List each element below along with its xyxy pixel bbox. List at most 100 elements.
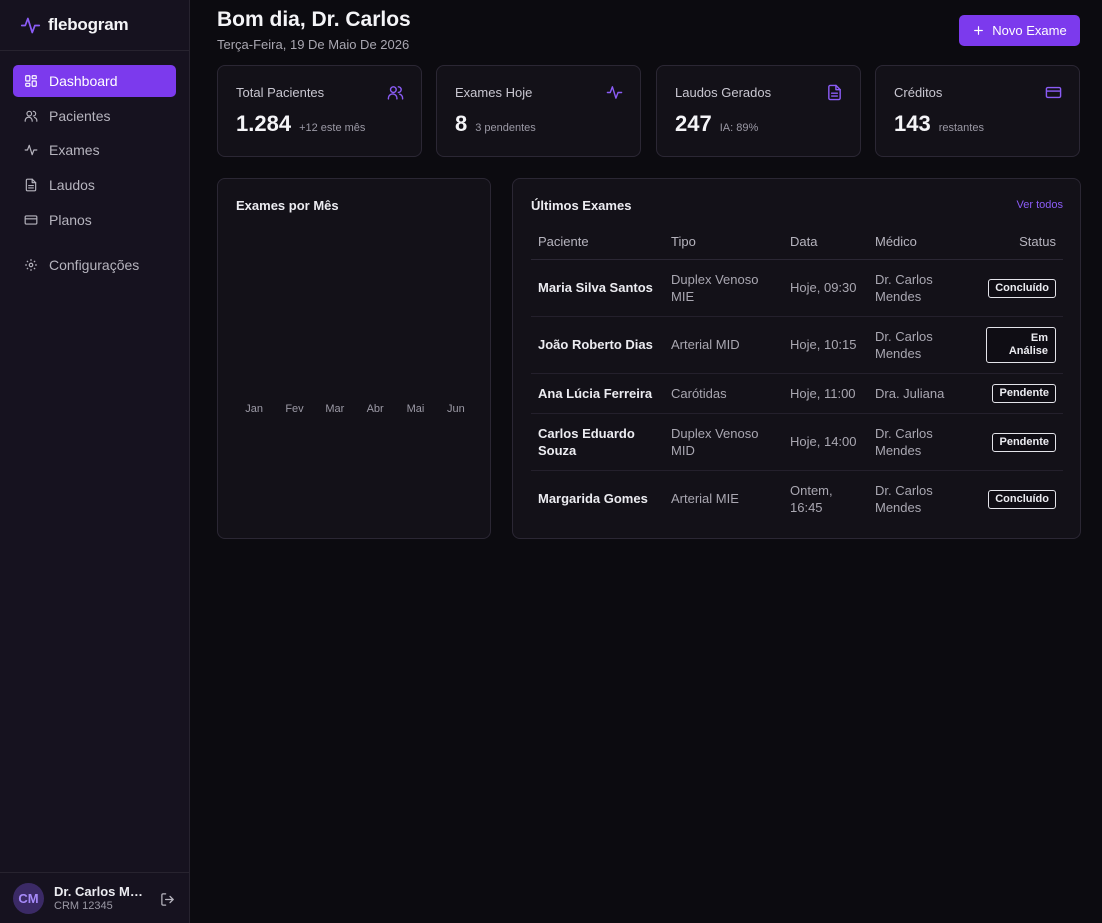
sidebar-item-label: Exames — [49, 142, 100, 159]
stat-title: Exames Hoje — [455, 85, 533, 100]
cell-doctor: Dr. Carlos Mendes — [868, 259, 975, 317]
sidebar-item-planos[interactable]: Planos — [13, 204, 176, 236]
stat-card-exames: Exames Hoje 8 3 pendentes — [436, 65, 641, 157]
status-badge: Concluído — [988, 489, 1056, 509]
x-tick-label: Mai — [407, 403, 425, 415]
file-icon — [24, 178, 38, 192]
status-badge: Concluído — [988, 278, 1056, 298]
stat-title: Laudos Gerados — [675, 85, 772, 100]
activity-icon — [606, 84, 623, 101]
stat-card-creditos: Créditos 143 restantes — [875, 65, 1080, 157]
cell-patient: Maria Silva Santos — [531, 259, 664, 317]
sidebar-item-label: Pacientes — [49, 107, 111, 124]
stat-title: Créditos — [894, 85, 943, 100]
table-row[interactable]: João Roberto Dias Arterial MID Hoje, 10:… — [531, 316, 1063, 374]
cell-doctor: Dr. Carlos Mendes — [868, 413, 975, 471]
cell-doctor: Dra. Juliana — [868, 373, 975, 414]
table-row[interactable]: Ana Lúcia Ferreira Carótidas Hoje, 11:00… — [531, 373, 1063, 414]
brand-name: flebogram — [48, 15, 129, 34]
stat-row: 143 restantes — [894, 111, 984, 137]
cell-date: Hoje, 09:30 — [783, 259, 868, 317]
sidebar-nav: Dashboard Pacientes Exames Laudos Planos — [0, 51, 189, 281]
see-all-link[interactable]: Ver todos — [1017, 199, 1063, 211]
credit-card-icon — [1045, 84, 1062, 101]
user-profile[interactable]: CM Dr. Carlos Mendes CRM 12345 — [0, 872, 189, 923]
cell-status: Pendente — [975, 373, 1063, 414]
sidebar-item-laudos[interactable]: Laudos — [13, 169, 176, 201]
users-icon — [387, 84, 404, 101]
status-badge: Pendente — [992, 384, 1056, 403]
cell-patient: Ana Lúcia Ferreira — [531, 373, 664, 414]
dashboard-icon — [24, 74, 38, 88]
x-tick-label: Abr — [367, 403, 384, 415]
stat-sub: +12 este mês — [299, 122, 366, 134]
table-row[interactable]: Maria Silva Santos Duplex Venoso MIE Hoj… — [531, 259, 1063, 317]
x-tick-label: Mar — [325, 403, 344, 415]
cell-status: Concluído — [975, 259, 1063, 317]
status-badge: Em Análise — [986, 326, 1056, 363]
activity-icon — [24, 143, 38, 157]
status-badge: Pendente — [992, 432, 1056, 452]
stat-value: 1.284 — [236, 111, 292, 136]
new-exam-button[interactable]: Novo Exame — [959, 15, 1080, 46]
chart-panel: Exames por Mês Jan Fev Mar Abr Mai Jun — [217, 178, 491, 539]
sidebar-item-pacientes[interactable]: Pacientes — [13, 100, 176, 132]
stat-title: Total Pacientes — [236, 85, 325, 100]
stat-card-pacientes: Total Pacientes 1.284 +12 este mês — [217, 65, 422, 157]
sidebar-item-label: Dashboard — [49, 73, 118, 89]
stat-card-laudos: Laudos Gerados 247 IA: 89% — [656, 65, 861, 157]
stat-sub: 3 pendentes — [475, 122, 536, 134]
sidebar-item-configuracoes[interactable]: Configurações — [13, 249, 176, 281]
column-header: Médico — [868, 224, 975, 260]
table-header: Paciente Tipo Data Médico Status — [531, 224, 1063, 260]
cell-type: Arterial MIE — [671, 491, 739, 507]
sidebar-item-label: Planos — [49, 211, 92, 228]
new-exam-label: Novo Exame — [992, 23, 1067, 38]
cell-patient: Margarida Gomes — [538, 491, 648, 507]
logout-icon[interactable] — [160, 892, 175, 907]
sidebar-item-exames[interactable]: Exames — [13, 134, 176, 166]
table-row[interactable]: Margarida Gomes Arterial MIE Ontem, 16:4… — [531, 470, 1063, 527]
cell-date: Hoje, 14:00 — [783, 413, 868, 471]
cell-patient: Carlos Eduardo Souza — [531, 413, 664, 471]
stat-value: 143 — [894, 111, 931, 136]
stat-sub: IA: 89% — [719, 122, 759, 134]
stat-row: 247 IA: 89% — [675, 111, 758, 137]
file-icon — [826, 84, 843, 101]
brand[interactable]: flebogram — [0, 0, 189, 51]
x-tick-label: Fev — [285, 403, 304, 415]
cell-type: Duplex Venoso MID — [664, 413, 783, 471]
plus-icon — [972, 24, 985, 37]
x-tick-label: Jan — [245, 403, 263, 415]
cell-doctor: Dr. Carlos Mendes — [868, 316, 975, 374]
credit-card-icon — [24, 213, 38, 227]
stat-value: 247 — [675, 111, 712, 136]
sidebar-item-dashboard[interactable]: Dashboard — [13, 65, 176, 97]
x-tick-label: Jun — [447, 403, 465, 415]
chart-title: Exames por Mês — [236, 198, 339, 213]
column-header: Data — [783, 224, 868, 260]
cell-date: Hoje, 10:15 — [783, 316, 868, 374]
pulse-logo-icon — [20, 15, 41, 36]
user-crm: CRM 12345 — [54, 900, 113, 912]
cell-date: Ontem, 16:45 — [790, 482, 833, 515]
nav-separator — [13, 238, 176, 249]
stat-sub: restantes — [938, 122, 984, 134]
sidebar-item-label: Configurações — [49, 257, 140, 274]
recent-exams-panel: Últimos Exames Ver todos Paciente Tipo D… — [512, 178, 1081, 539]
sidebar: flebogram Dashboard Pacientes Exames Lau… — [0, 0, 190, 923]
column-header: Paciente — [531, 224, 664, 260]
page-title: Bom dia, Dr. Carlos — [217, 8, 411, 31]
page-date: Terça-Feira, 19 De Maio De 2026 — [217, 37, 410, 52]
cell-date: Hoje, 11:00 — [783, 373, 868, 414]
avatar: CM — [13, 882, 44, 914]
table-row[interactable]: Carlos Eduardo Souza Duplex Venoso MID H… — [531, 413, 1063, 471]
stat-row: 8 3 pendentes — [455, 111, 536, 137]
cell-status: Concluído — [975, 470, 1063, 527]
sidebar-item-label: Laudos — [49, 177, 95, 194]
user-name: Dr. Carlos Mendes — [54, 884, 149, 899]
column-header: Status — [975, 224, 1063, 260]
cell-type: Carótidas — [664, 373, 783, 414]
cell-status: Pendente — [975, 413, 1063, 471]
stat-row: 1.284 +12 este mês — [236, 111, 365, 137]
